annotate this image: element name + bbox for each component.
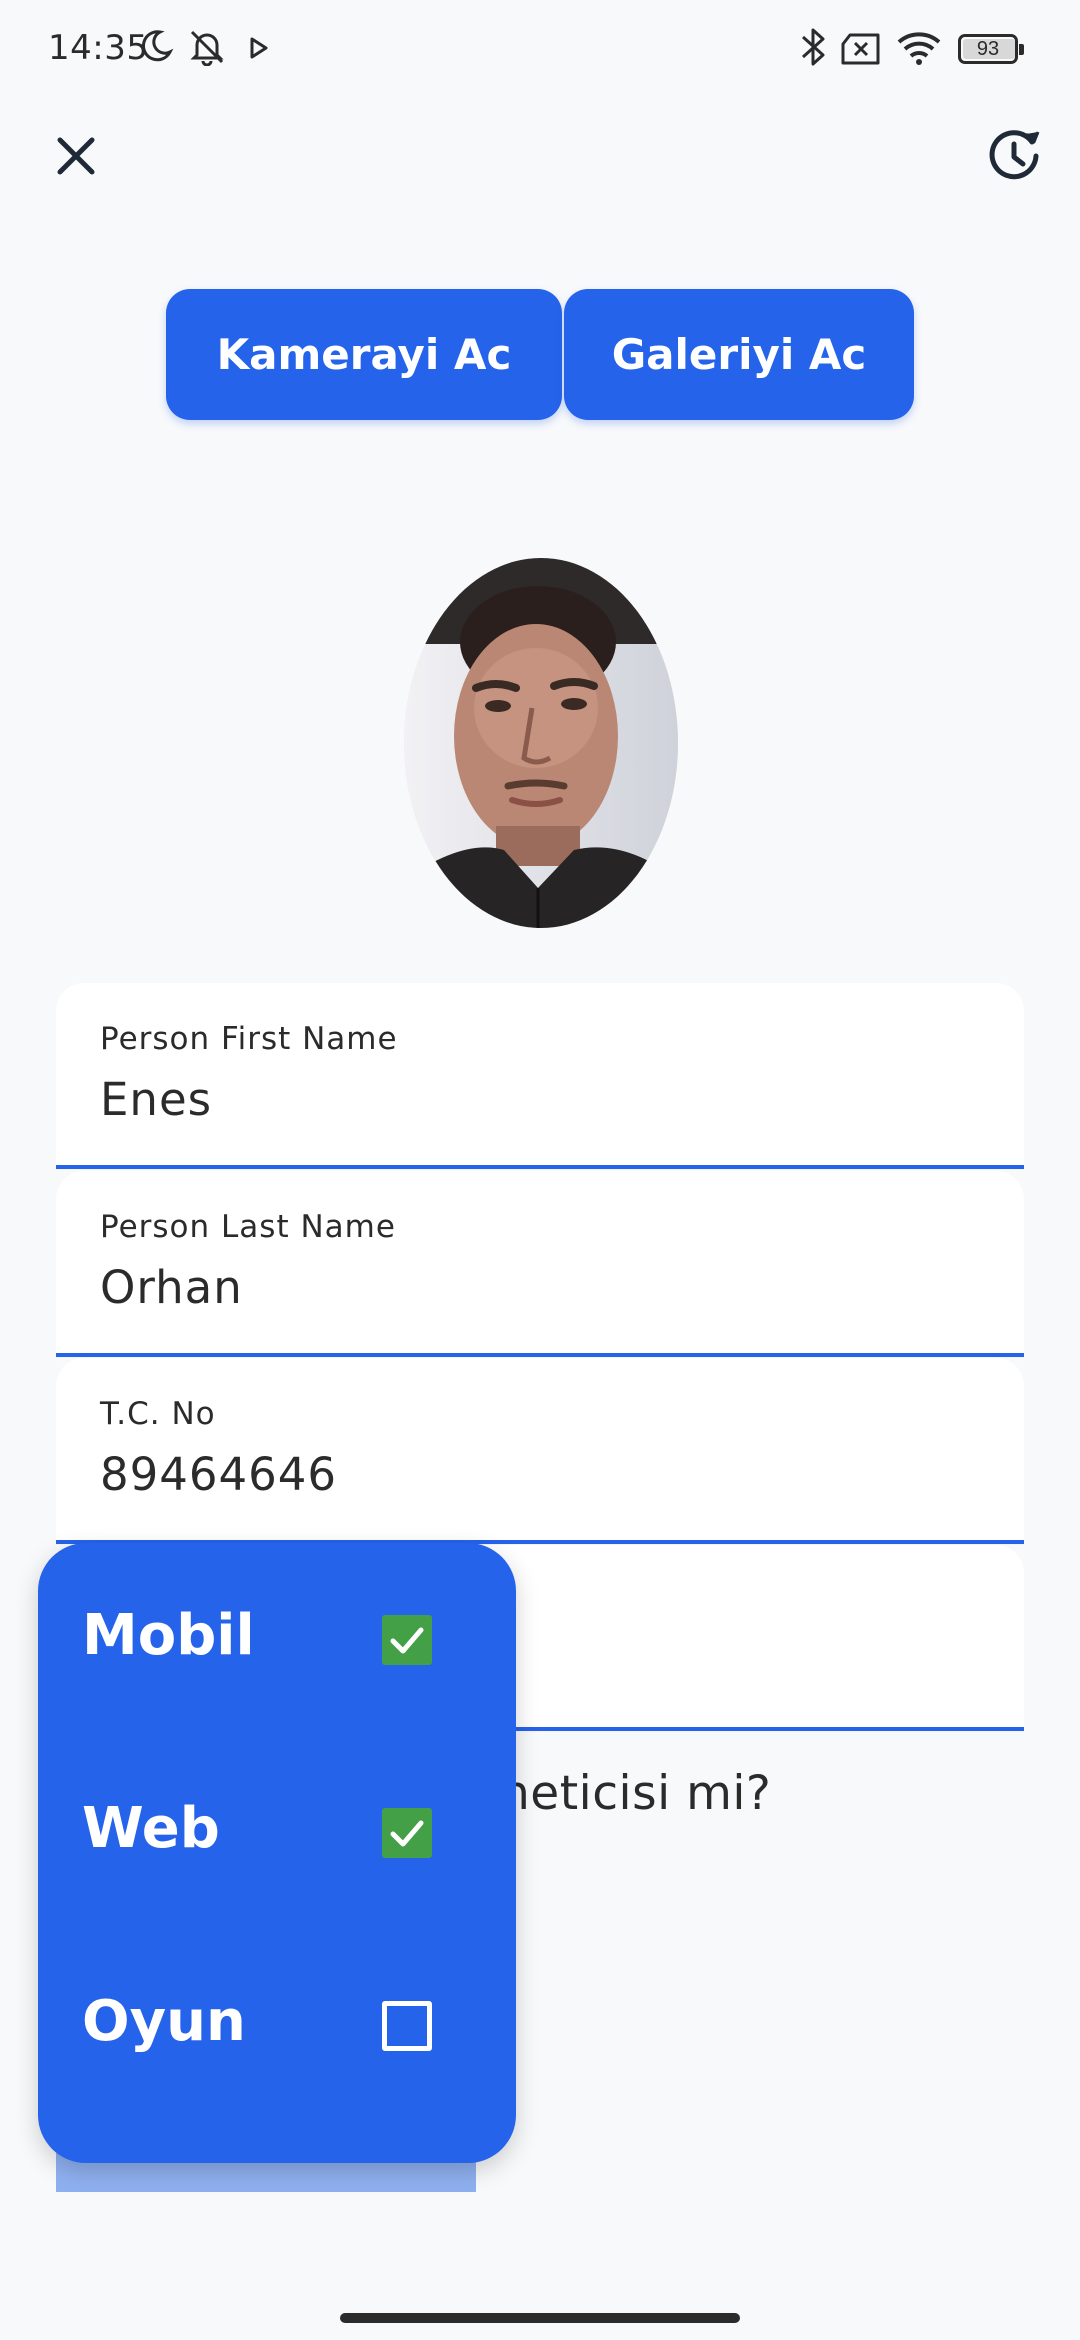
- tc-no-field[interactable]: T.C. No 89464646: [56, 1358, 1024, 1544]
- status-bar: 14:35 93: [0, 0, 1080, 100]
- menu-item-label: Mobil: [82, 1603, 255, 1668]
- sim-x-icon: [840, 32, 882, 70]
- checkbox-checked-icon[interactable]: [382, 1615, 432, 1665]
- close-icon[interactable]: [44, 124, 108, 188]
- history-icon[interactable]: [982, 124, 1046, 188]
- wifi-icon: [896, 30, 942, 70]
- bluetooth-icon: [798, 26, 828, 72]
- checkbox-checked-icon[interactable]: [382, 1808, 432, 1858]
- moon-icon: [138, 28, 174, 68]
- menu-item-label: Oyun: [82, 1989, 246, 2054]
- menu-item-mobil[interactable]: Mobil: [38, 1543, 516, 1733]
- menu-item-oyun[interactable]: Oyun: [38, 1929, 516, 2119]
- status-time: 14:35: [48, 28, 149, 68]
- avatar: [404, 558, 678, 928]
- last-name-field[interactable]: Person Last Name Orhan: [56, 1171, 1024, 1357]
- bell-off-icon: [188, 28, 226, 70]
- open-camera-button[interactable]: Kamerayi Ac: [166, 289, 562, 420]
- play-icon: [248, 36, 270, 64]
- first-name-field[interactable]: Person First Name Enes: [56, 983, 1024, 1169]
- question-text-visible: neticisi mi?: [500, 1766, 772, 1821]
- open-gallery-button[interactable]: Galeriyi Ac: [564, 289, 914, 420]
- checkbox-unchecked-icon[interactable]: [382, 2001, 432, 2051]
- first-name-value: Enes: [100, 1073, 213, 1126]
- last-name-value: Orhan: [100, 1261, 243, 1314]
- battery-level: 93: [976, 38, 1000, 60]
- last-name-label: Person Last Name: [100, 1209, 396, 1245]
- home-indicator[interactable]: [340, 2313, 740, 2323]
- battery-icon: 93: [958, 34, 1024, 64]
- category-menu: Mobil Web Oyun: [38, 1543, 516, 2163]
- first-name-label: Person First Name: [100, 1021, 398, 1057]
- tc-no-value: 89464646: [100, 1448, 338, 1501]
- menu-item-web[interactable]: Web: [38, 1736, 516, 1926]
- tc-no-label: T.C. No: [100, 1396, 216, 1432]
- menu-item-label: Web: [82, 1796, 220, 1861]
